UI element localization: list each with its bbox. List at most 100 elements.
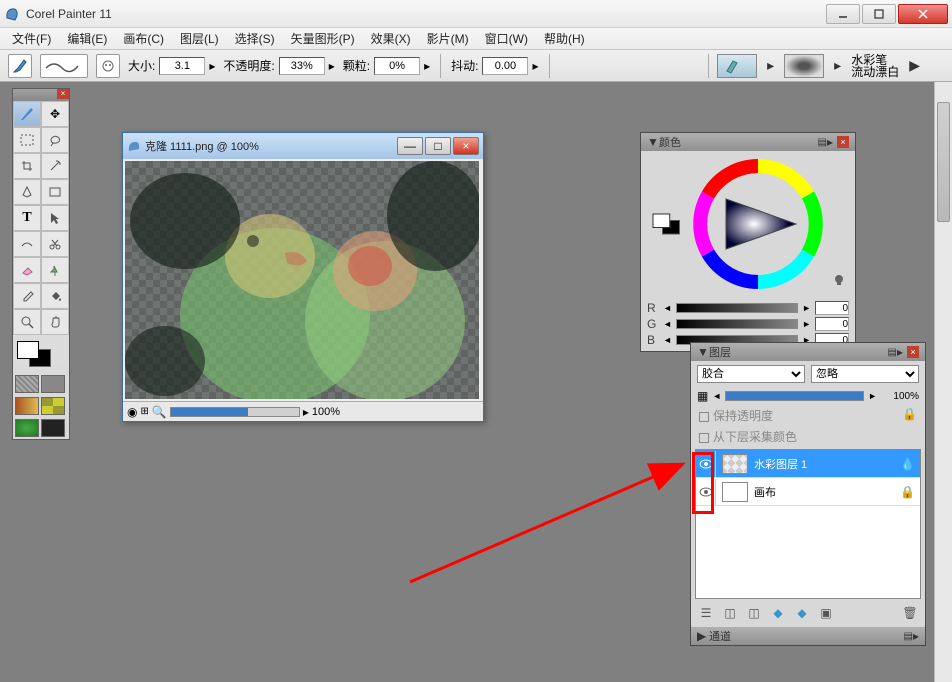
menu-file[interactable]: 文件(F) bbox=[6, 28, 57, 49]
paper-swatch-2[interactable] bbox=[41, 375, 65, 393]
bucket-tool[interactable] bbox=[41, 283, 69, 309]
layers-flyout-icon[interactable]: ▸ bbox=[897, 345, 903, 359]
doc-maximize-button[interactable]: □ bbox=[425, 137, 451, 155]
expression-icon[interactable] bbox=[96, 54, 120, 78]
lock-icon[interactable]: 🔒 bbox=[902, 407, 917, 421]
menu-effects[interactable]: 效果(X) bbox=[365, 28, 417, 49]
g-slider[interactable] bbox=[676, 319, 798, 329]
clone-tool[interactable] bbox=[41, 257, 69, 283]
layer-row-watercolor[interactable]: 水彩图层 1 💧 bbox=[696, 450, 920, 478]
slider-arrow-icon[interactable]: ▸ bbox=[303, 405, 309, 419]
menu-layer[interactable]: 图层(L) bbox=[174, 28, 225, 49]
selection-tool[interactable] bbox=[13, 231, 41, 257]
color-menu-icon[interactable]: ▤ bbox=[818, 137, 827, 148]
text-tool[interactable]: T bbox=[13, 205, 41, 231]
new-layer-icon[interactable]: ◫ bbox=[721, 605, 739, 621]
doc-close-button[interactable]: × bbox=[453, 137, 479, 155]
move-tool[interactable]: ✥ bbox=[41, 101, 69, 127]
maximize-button[interactable] bbox=[862, 4, 896, 24]
grain-spinner-icon[interactable]: ▸ bbox=[424, 59, 430, 73]
jitter-spinner-icon[interactable]: ▸ bbox=[532, 59, 538, 73]
menu-select[interactable]: 选择(S) bbox=[229, 28, 281, 49]
brush-tool-icon[interactable] bbox=[8, 54, 32, 78]
scissors-tool[interactable] bbox=[41, 231, 69, 257]
brush-category-swatch[interactable] bbox=[717, 54, 757, 78]
doc-nav-icon[interactable]: ⊞ bbox=[140, 406, 148, 417]
doc-minimize-button[interactable]: — bbox=[397, 137, 423, 155]
size-spinner-icon[interactable]: ▸ bbox=[209, 59, 215, 73]
layer-mask-icon[interactable]: ◆ bbox=[769, 605, 787, 621]
color-close-icon[interactable]: × bbox=[837, 136, 849, 148]
vertical-scrollbar[interactable] bbox=[934, 82, 952, 682]
layer-visibility-icon[interactable] bbox=[696, 479, 716, 505]
color-wheel[interactable] bbox=[693, 159, 823, 289]
channels-menu-icon[interactable]: ▤ bbox=[904, 631, 913, 642]
zoom-tool[interactable] bbox=[13, 309, 41, 335]
composite-select[interactable]: 忽略 bbox=[811, 365, 919, 383]
brush-flyout-icon[interactable]: ▶ bbox=[905, 57, 924, 74]
crop-tool[interactable] bbox=[13, 153, 41, 179]
pattern-swatch[interactable] bbox=[41, 397, 65, 415]
gradient-swatch[interactable] bbox=[15, 397, 39, 415]
menu-movie[interactable]: 影片(M) bbox=[421, 28, 475, 49]
blend-mode-select[interactable]: 胶合 bbox=[697, 365, 805, 383]
r-slider[interactable] bbox=[676, 303, 798, 313]
marquee-tool[interactable] bbox=[13, 127, 41, 153]
paper-swatch[interactable] bbox=[15, 375, 39, 393]
opacity-input[interactable] bbox=[279, 57, 325, 75]
layer-cmd-icon[interactable]: ☰ bbox=[697, 605, 715, 621]
wand-tool[interactable] bbox=[41, 153, 69, 179]
lasso-tool[interactable] bbox=[41, 127, 69, 153]
layer-visibility-icon[interactable] bbox=[696, 451, 716, 477]
minimize-button[interactable] bbox=[826, 4, 860, 24]
color-detach-icon[interactable] bbox=[831, 272, 847, 286]
brush-category-arrow-icon[interactable]: ▸ bbox=[763, 57, 778, 74]
grain-input[interactable] bbox=[374, 57, 420, 75]
jitter-input[interactable] bbox=[482, 57, 528, 75]
new-layer2-icon[interactable]: ◫ bbox=[745, 605, 763, 621]
shape-tool[interactable] bbox=[41, 179, 69, 205]
r-input[interactable] bbox=[815, 301, 849, 315]
delete-layer-icon[interactable]: 🗑 bbox=[901, 605, 919, 621]
canvas[interactable] bbox=[125, 161, 479, 399]
opacity-spinner-icon[interactable]: ▸ bbox=[329, 59, 335, 73]
toolpanel-close-icon[interactable]: × bbox=[57, 89, 69, 99]
color-collapse-icon[interactable]: ▼ bbox=[647, 135, 659, 149]
doc-info-icon[interactable]: ◉ bbox=[127, 405, 137, 419]
menu-window[interactable]: 窗口(W) bbox=[479, 28, 534, 49]
layer-row-canvas[interactable]: 画布 🔒 bbox=[696, 478, 920, 506]
eraser-tool[interactable] bbox=[13, 257, 41, 283]
color-flyout-icon[interactable]: ▸ bbox=[827, 135, 833, 149]
doc-zoom-slider[interactable] bbox=[170, 407, 300, 417]
pen-tool[interactable] bbox=[13, 179, 41, 205]
color-well[interactable] bbox=[17, 341, 53, 367]
hand-tool[interactable] bbox=[41, 309, 69, 335]
brush-tool[interactable] bbox=[13, 101, 41, 127]
dropper-tool[interactable] bbox=[13, 283, 41, 309]
pointer-tool[interactable] bbox=[41, 205, 69, 231]
menu-edit[interactable]: 编辑(E) bbox=[61, 28, 113, 49]
channels-collapse-icon[interactable]: ▶ bbox=[697, 629, 709, 643]
g-input[interactable] bbox=[815, 317, 849, 331]
pick-color-checkbox[interactable] bbox=[699, 433, 709, 443]
layer-group-icon[interactable]: ▣ bbox=[817, 605, 835, 621]
channels-flyout-icon[interactable]: ▸ bbox=[913, 629, 919, 643]
doc-zoom-icon[interactable]: 🔍 bbox=[152, 405, 167, 419]
brush-variant-arrow-icon[interactable]: ▸ bbox=[830, 57, 845, 74]
preserve-trans-checkbox[interactable] bbox=[699, 412, 709, 422]
layer-opacity-slider[interactable] bbox=[725, 391, 864, 401]
layers-close-icon[interactable]: × bbox=[907, 346, 919, 358]
layer-fx-icon[interactable]: ◆ bbox=[793, 605, 811, 621]
nozzle-swatch[interactable] bbox=[15, 419, 39, 437]
layers-menu-icon[interactable]: ▤ bbox=[888, 347, 897, 358]
menu-vector[interactable]: 矢量图形(P) bbox=[285, 28, 361, 49]
close-button[interactable] bbox=[898, 4, 948, 24]
brush-variant-swatch[interactable] bbox=[784, 54, 824, 78]
color-panel-well[interactable] bbox=[653, 214, 682, 235]
menu-canvas[interactable]: 画布(C) bbox=[117, 28, 170, 49]
layers-collapse-icon[interactable]: ▼ bbox=[697, 345, 709, 359]
size-input[interactable] bbox=[159, 57, 205, 75]
menu-help[interactable]: 帮助(H) bbox=[538, 28, 591, 49]
weave-swatch[interactable] bbox=[41, 419, 65, 437]
freehand-mode-icon[interactable] bbox=[40, 54, 88, 78]
